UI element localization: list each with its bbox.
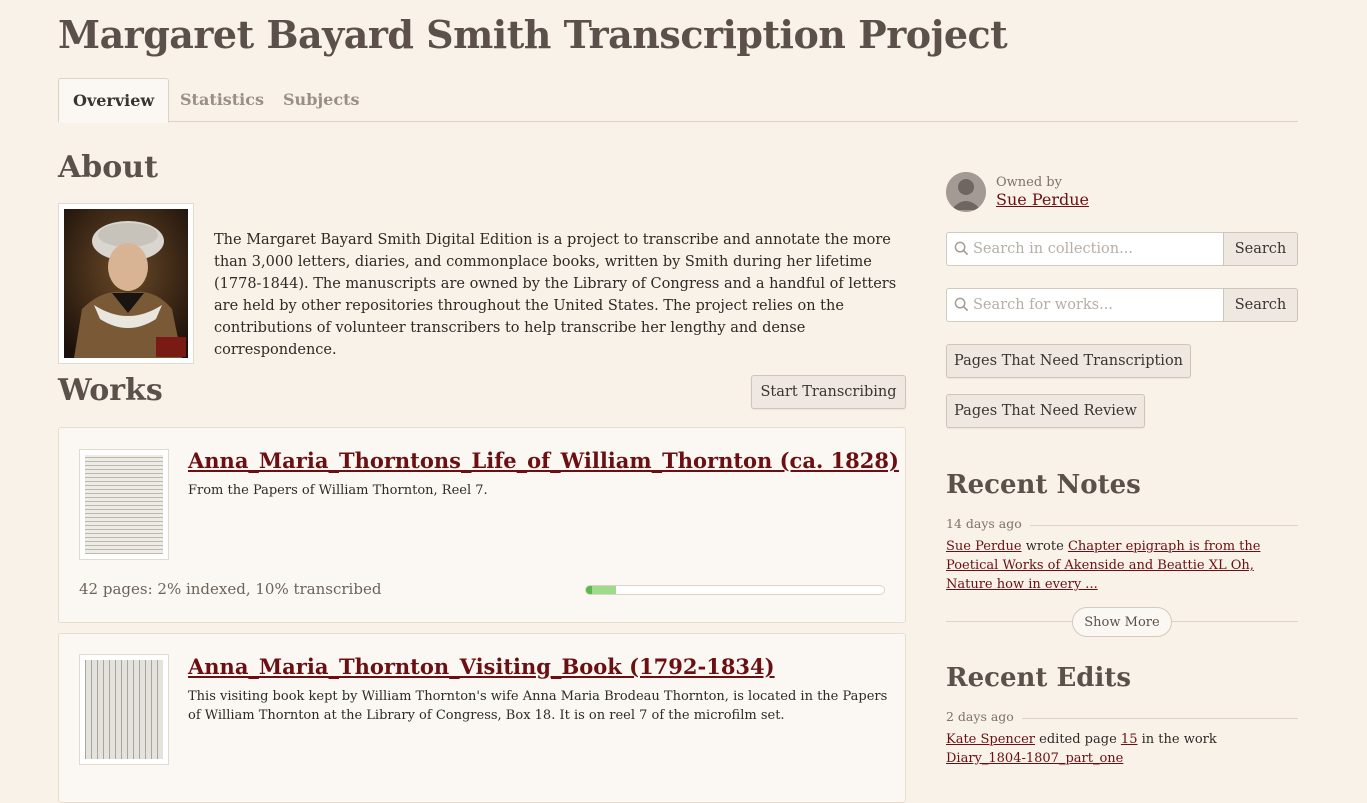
search-icon	[954, 241, 969, 256]
work-progress-bar	[585, 585, 885, 595]
about-heading: About	[58, 150, 158, 185]
collection-search: Search	[946, 232, 1298, 266]
search-icon	[954, 297, 969, 312]
edit-date: 2 days ago	[946, 709, 1022, 724]
work-description: From the Papers of William Thornton, Ree…	[188, 483, 488, 498]
edit-user-link[interactable]: Kate Spencer	[946, 732, 1035, 747]
edit-page-link[interactable]: 15	[1121, 732, 1138, 747]
work-title-link[interactable]: Anna_Maria_Thorntons_Life_of_William_Tho…	[188, 448, 899, 473]
search-works-button[interactable]: Search	[1223, 288, 1298, 322]
pages-need-transcription-button[interactable]: Pages That Need Transcription	[946, 344, 1191, 378]
work-description: This visiting book kept by William Thorn…	[188, 689, 888, 723]
progress-indexed	[586, 586, 592, 594]
tab-bar: Overview Statistics Subjects	[58, 78, 1298, 123]
work-thumbnail[interactable]	[79, 449, 169, 560]
tab-statistics[interactable]: Statistics	[180, 78, 264, 122]
work-card: Anna_Maria_Thorntons_Life_of_William_Tho…	[58, 427, 906, 623]
recent-edits-heading: Recent Edits	[946, 663, 1132, 693]
page-title: Margaret Bayard Smith Transcription Proj…	[58, 12, 1008, 57]
edit-work-link[interactable]: Diary_1804-1807_part_one	[946, 751, 1123, 766]
work-stats: 42 pages: 2% indexed, 10% transcribed	[79, 580, 382, 598]
collection-image	[58, 203, 194, 364]
work-thumbnail[interactable]	[79, 654, 169, 765]
owned-by-label: Owned by	[996, 175, 1062, 190]
owner-link[interactable]: Sue Perdue	[996, 190, 1089, 209]
note-verb: wrote	[1025, 539, 1064, 554]
pages-need-review-button[interactable]: Pages That Need Review	[946, 394, 1145, 428]
work-title-link[interactable]: Anna_Maria_Thornton_Visiting_Book (1792-…	[188, 654, 775, 679]
recent-notes-heading: Recent Notes	[946, 470, 1141, 500]
portrait-image	[64, 209, 188, 358]
tab-subjects[interactable]: Subjects	[283, 78, 359, 122]
note-date: 14 days ago	[946, 516, 1030, 531]
search-works-input[interactable]	[946, 288, 1224, 322]
edit-in-the-work: in the work	[1141, 732, 1217, 747]
search-collection-button[interactable]: Search	[1223, 232, 1298, 266]
search-collection-input[interactable]	[946, 232, 1224, 266]
tab-overview[interactable]: Overview	[58, 78, 170, 123]
about-description: The Margaret Bayard Smith Digital Editio…	[214, 232, 897, 358]
avatar[interactable]	[946, 172, 986, 212]
recent-edit-item: Kate Spencer edited page 15 in the work …	[946, 730, 1298, 768]
show-more-button[interactable]: Show More	[1072, 607, 1172, 637]
recent-note-item: Sue Perdue wrote Chapter epigraph is fro…	[946, 537, 1298, 594]
works-search: Search	[946, 288, 1298, 322]
works-heading: Works	[58, 373, 163, 408]
note-user-link[interactable]: Sue Perdue	[946, 539, 1022, 554]
page: Margaret Bayard Smith Transcription Proj…	[0, 0, 1367, 803]
edit-verb: edited page	[1039, 732, 1117, 747]
work-card: Anna_Maria_Thornton_Visiting_Book (1792-…	[58, 633, 906, 803]
start-transcribing-button[interactable]: Start Transcribing	[751, 375, 906, 409]
